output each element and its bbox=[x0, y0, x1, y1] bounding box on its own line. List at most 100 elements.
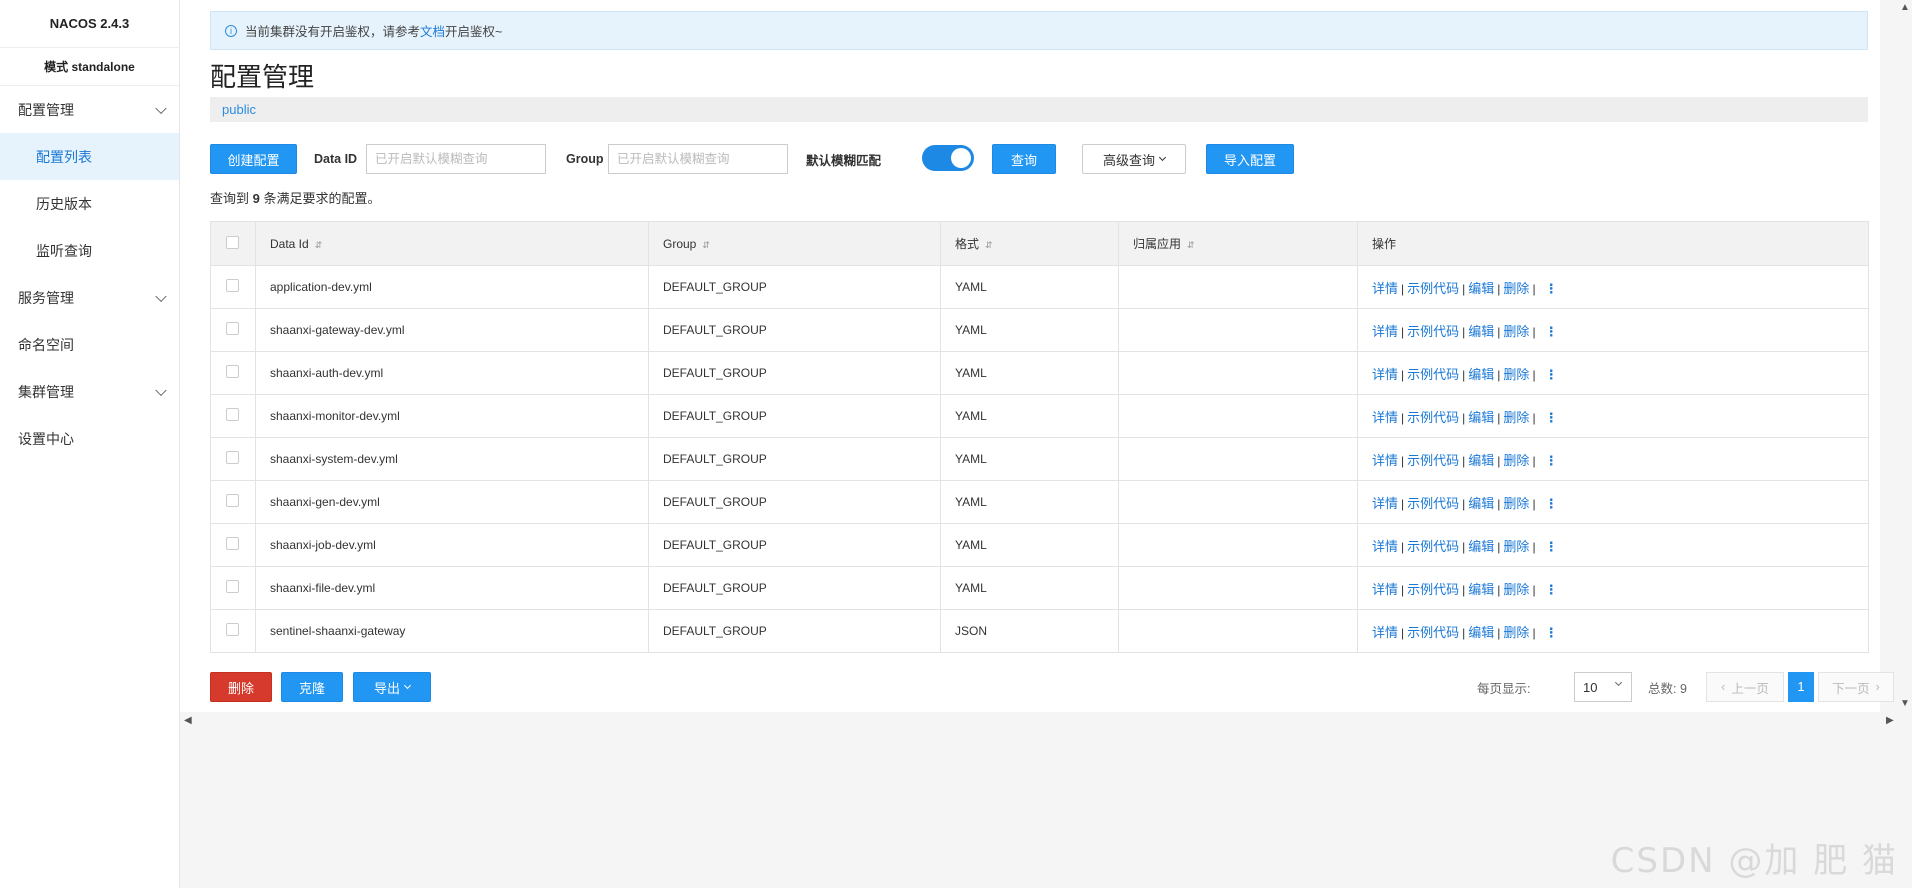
sample-code-link[interactable]: 示例代码 bbox=[1407, 539, 1459, 554]
header-format[interactable]: 格式 ⇵ bbox=[940, 221, 1119, 266]
delete-link[interactable]: 删除 bbox=[1503, 582, 1529, 597]
detail-link[interactable]: 详情 bbox=[1372, 367, 1398, 382]
edit-link[interactable]: 编辑 bbox=[1468, 324, 1494, 339]
sidebar-item-config-management[interactable]: 配置管理 bbox=[0, 86, 179, 133]
edit-link[interactable]: 编辑 bbox=[1468, 453, 1494, 468]
sidebar-item-history[interactable]: 历史版本 bbox=[0, 180, 179, 227]
edit-link[interactable]: 编辑 bbox=[1468, 582, 1494, 597]
edit-link[interactable]: 编辑 bbox=[1468, 410, 1494, 425]
group-input[interactable] bbox=[608, 144, 788, 174]
scroll-right-arrow-icon[interactable]: ▶ bbox=[1886, 715, 1894, 726]
page-number-current[interactable]: 1 bbox=[1788, 672, 1814, 702]
delete-link[interactable]: 删除 bbox=[1503, 496, 1529, 511]
header-label: 格式 bbox=[955, 237, 980, 251]
more-options-icon[interactable]: ⋮ bbox=[1545, 496, 1558, 511]
page-size-select[interactable]: 10 bbox=[1574, 672, 1632, 702]
detail-link[interactable]: 详情 bbox=[1372, 539, 1398, 554]
table-row: shaanxi-gen-dev.yml DEFAULT_GROUP YAML 详… bbox=[210, 480, 1869, 524]
sample-code-link[interactable]: 示例代码 bbox=[1407, 453, 1459, 468]
detail-link[interactable]: 详情 bbox=[1372, 410, 1398, 425]
sidebar-item-listener-query[interactable]: 监听查询 bbox=[0, 227, 179, 274]
delete-link[interactable]: 删除 bbox=[1503, 367, 1529, 382]
row-checkbox[interactable] bbox=[226, 365, 239, 378]
delete-link[interactable]: 删除 bbox=[1503, 281, 1529, 296]
sort-icon[interactable]: ⇵ bbox=[702, 240, 710, 250]
more-options-icon[interactable]: ⋮ bbox=[1545, 367, 1558, 382]
detail-link[interactable]: 详情 bbox=[1372, 453, 1398, 468]
main-area: i 当前集群没有开启鉴权，请参考 文档 开启鉴权~ 配置管理 public 创建… bbox=[180, 0, 1912, 888]
sample-code-link[interactable]: 示例代码 bbox=[1407, 496, 1459, 511]
scroll-down-arrow-icon[interactable]: ▼ bbox=[1900, 698, 1910, 709]
header-label: Group bbox=[663, 236, 697, 251]
prev-page-button[interactable]: ‹ 上一页 bbox=[1706, 672, 1784, 702]
header-group[interactable]: Group ⇵ bbox=[648, 221, 941, 266]
more-options-icon[interactable]: ⋮ bbox=[1545, 582, 1558, 597]
header-data-id[interactable]: Data Id ⇵ bbox=[255, 221, 649, 266]
sample-code-link[interactable]: 示例代码 bbox=[1407, 582, 1459, 597]
edit-link[interactable]: 编辑 bbox=[1468, 625, 1494, 640]
sort-icon[interactable]: ⇵ bbox=[985, 240, 993, 250]
dataid-input[interactable] bbox=[366, 144, 546, 174]
clone-button[interactable]: 克隆 bbox=[281, 672, 343, 702]
row-checkbox-cell bbox=[210, 437, 256, 481]
detail-link[interactable]: 详情 bbox=[1372, 324, 1398, 339]
delete-link[interactable]: 删除 bbox=[1503, 410, 1529, 425]
detail-link[interactable]: 详情 bbox=[1372, 625, 1398, 640]
create-config-button[interactable]: 创建配置 bbox=[210, 144, 297, 174]
advanced-search-button[interactable]: 高级查询 bbox=[1082, 144, 1186, 174]
sidebar-item-namespace[interactable]: 命名空间 bbox=[0, 321, 179, 368]
row-checkbox[interactable] bbox=[226, 451, 239, 464]
sort-icon[interactable]: ⇵ bbox=[315, 240, 323, 250]
namespace-tab-public[interactable]: public bbox=[222, 102, 256, 117]
row-checkbox[interactable] bbox=[226, 494, 239, 507]
page-size-label: 每页显示: bbox=[1477, 681, 1531, 696]
sample-code-link[interactable]: 示例代码 bbox=[1407, 625, 1459, 640]
detail-link[interactable]: 详情 bbox=[1372, 281, 1398, 296]
search-button[interactable]: 查询 bbox=[992, 144, 1056, 174]
sample-code-link[interactable]: 示例代码 bbox=[1407, 281, 1459, 296]
edit-link[interactable]: 编辑 bbox=[1468, 539, 1494, 554]
detail-link[interactable]: 详情 bbox=[1372, 582, 1398, 597]
batch-delete-button[interactable]: 删除 bbox=[210, 672, 272, 702]
edit-link[interactable]: 编辑 bbox=[1468, 496, 1494, 511]
row-checkbox[interactable] bbox=[226, 580, 239, 593]
select-all-checkbox[interactable] bbox=[226, 235, 239, 249]
more-options-icon[interactable]: ⋮ bbox=[1545, 453, 1558, 468]
header-app[interactable]: 归属应用 ⇵ bbox=[1118, 221, 1358, 266]
scroll-up-arrow-icon[interactable]: ▲ bbox=[1900, 2, 1910, 13]
table-row: shaanxi-file-dev.yml DEFAULT_GROUP YAML … bbox=[210, 566, 1869, 610]
row-checkbox[interactable] bbox=[226, 279, 239, 292]
scroll-left-arrow-icon[interactable]: ◀ bbox=[184, 715, 192, 726]
row-checkbox[interactable] bbox=[226, 322, 239, 335]
row-checkbox[interactable] bbox=[226, 623, 239, 636]
next-page-button[interactable]: 下一页 › bbox=[1818, 672, 1894, 702]
sample-code-link[interactable]: 示例代码 bbox=[1407, 410, 1459, 425]
delete-link[interactable]: 删除 bbox=[1503, 539, 1529, 554]
more-options-icon[interactable]: ⋮ bbox=[1545, 539, 1558, 554]
more-options-icon[interactable]: ⋮ bbox=[1545, 410, 1558, 425]
row-checkbox-cell bbox=[210, 351, 256, 395]
import-config-button[interactable]: 导入配置 bbox=[1206, 144, 1294, 174]
sidebar-item-service-management[interactable]: 服务管理 bbox=[0, 274, 179, 321]
more-options-icon[interactable]: ⋮ bbox=[1545, 625, 1558, 640]
more-options-icon[interactable]: ⋮ bbox=[1545, 324, 1558, 339]
edit-link[interactable]: 编辑 bbox=[1468, 367, 1494, 382]
delete-link[interactable]: 删除 bbox=[1503, 324, 1529, 339]
docs-link[interactable]: 文档 bbox=[420, 21, 445, 40]
sidebar-item-cluster-management[interactable]: 集群管理 bbox=[0, 368, 179, 415]
sample-code-link[interactable]: 示例代码 bbox=[1407, 367, 1459, 382]
fuzzy-match-toggle[interactable] bbox=[922, 145, 974, 171]
delete-link[interactable]: 删除 bbox=[1503, 453, 1529, 468]
edit-link[interactable]: 编辑 bbox=[1468, 281, 1494, 296]
sort-icon[interactable]: ⇵ bbox=[1187, 240, 1195, 250]
export-button[interactable]: 导出 bbox=[353, 672, 431, 702]
delete-link[interactable]: 删除 bbox=[1503, 625, 1529, 640]
sidebar-item-config-list[interactable]: 配置列表 bbox=[0, 133, 179, 180]
detail-link[interactable]: 详情 bbox=[1372, 496, 1398, 511]
row-checkbox[interactable] bbox=[226, 537, 239, 550]
result-count: 9 bbox=[252, 191, 260, 206]
row-checkbox[interactable] bbox=[226, 408, 239, 421]
sidebar-item-settings[interactable]: 设置中心 bbox=[0, 415, 179, 462]
more-options-icon[interactable]: ⋮ bbox=[1545, 281, 1558, 296]
sample-code-link[interactable]: 示例代码 bbox=[1407, 324, 1459, 339]
